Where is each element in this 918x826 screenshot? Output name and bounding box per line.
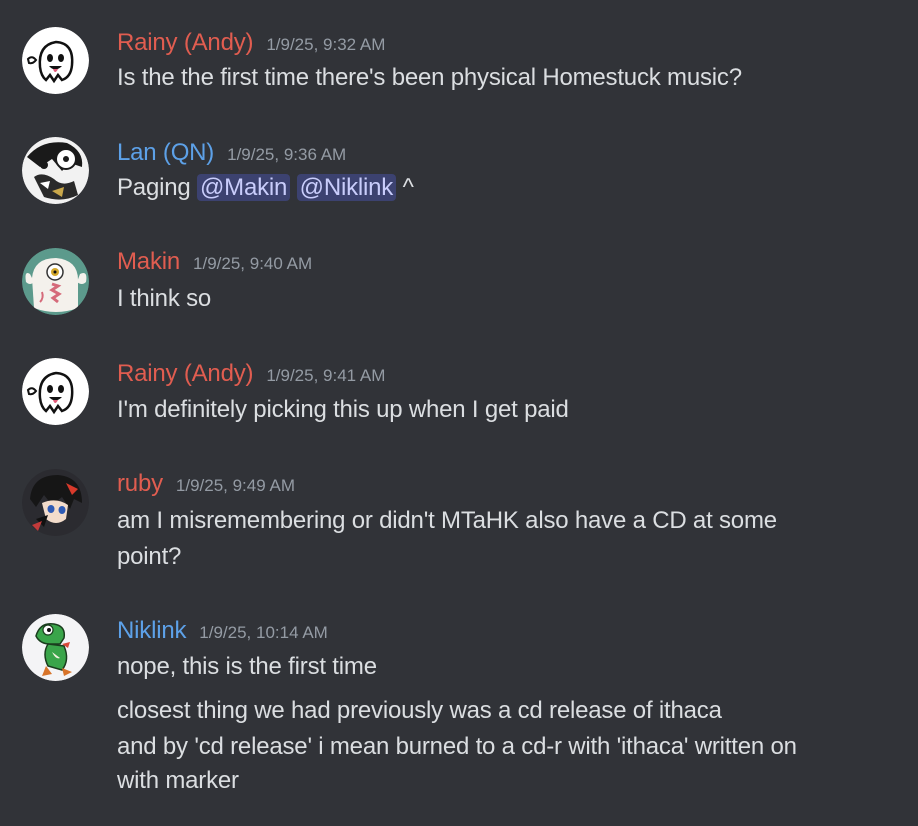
message-timestamp[interactable]: 1/9/25, 9:40 AM [193, 254, 312, 274]
message-timestamp[interactable]: 1/9/25, 9:36 AM [227, 145, 346, 165]
white-ghost-avatar-icon [22, 358, 89, 425]
author-name[interactable]: Niklink [117, 617, 186, 645]
avatar[interactable] [22, 137, 89, 204]
green-dinosaur-avatar-icon [22, 614, 89, 681]
message-text: Is the the first time there's been physi… [117, 64, 742, 91]
author-name[interactable]: Lan (QN) [117, 139, 214, 167]
message-text: I think so [117, 285, 212, 312]
avatar[interactable] [22, 614, 89, 681]
message-text: I'm definitely picking this up when I ge… [117, 396, 569, 423]
message-text: Paging @Makin @Niklink ^ [117, 174, 414, 202]
user-mention[interactable]: @Makin [197, 174, 291, 201]
message-timestamp[interactable]: 1/9/25, 9:32 AM [266, 35, 385, 55]
message-timestamp[interactable]: 1/9/25, 10:14 AM [199, 623, 328, 643]
message-text-segment: Paging [117, 174, 197, 201]
message-text: with marker [117, 767, 239, 794]
chat-message-list: Rainy (Andy) 1/9/25, 9:32 AM Is the the … [0, 0, 918, 826]
message-text: point? [117, 543, 182, 570]
message-text: closest thing we had previously was a cd… [117, 697, 722, 724]
message-timestamp[interactable]: 1/9/25, 9:41 AM [266, 366, 385, 386]
author-name[interactable]: Rainy (Andy) [117, 360, 254, 388]
avatar[interactable] [22, 27, 89, 94]
anime-character-avatar-icon [22, 469, 89, 536]
message-text-segment: ^ [396, 174, 414, 201]
white-creature-avatar-icon [22, 248, 89, 315]
white-ghost-avatar-icon [22, 27, 89, 94]
author-name[interactable]: Rainy (Andy) [117, 29, 254, 57]
avatar[interactable] [22, 469, 89, 536]
black-white-character-avatar-icon [22, 137, 89, 204]
message-timestamp[interactable]: 1/9/25, 9:49 AM [176, 476, 295, 496]
message-text: nope, this is the first time [117, 653, 377, 680]
author-name[interactable]: Makin [117, 248, 180, 276]
user-mention[interactable]: @Niklink [296, 174, 397, 201]
message-text: and by 'cd release' i mean burned to a c… [117, 733, 797, 760]
message-text: am I misremembering or didn't MTaHK also… [117, 507, 777, 534]
avatar[interactable] [22, 248, 89, 315]
author-name[interactable]: ruby [117, 470, 163, 498]
avatar[interactable] [22, 358, 89, 425]
